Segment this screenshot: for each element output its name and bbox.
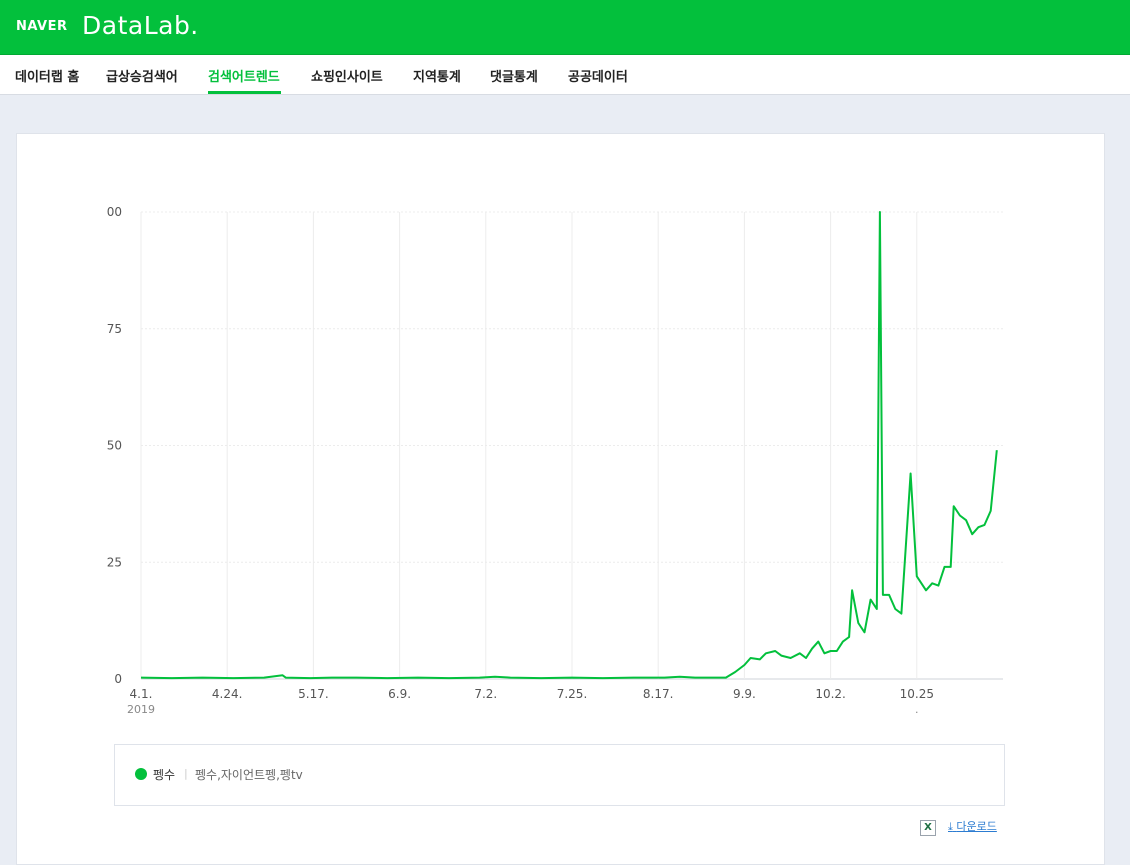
x-end-mark: .: [915, 703, 919, 716]
y-tick-label: 75: [107, 322, 122, 336]
series-color-dot: [135, 768, 147, 780]
legend-series-name: 펭수: [153, 768, 176, 782]
download-label: 다운로드: [956, 820, 997, 833]
legend-box: 펭수 | 펭수,자이언트펭,펭tv: [114, 744, 1005, 806]
y-tick-label: 50: [107, 439, 122, 453]
x-tick-label: 6.9.: [388, 687, 411, 701]
excel-icon[interactable]: X: [920, 820, 936, 836]
x-tick-label: 8.17.: [643, 687, 674, 701]
x-year-label: 2019: [127, 703, 155, 716]
x-tick-label: 4.24.: [212, 687, 243, 701]
y-tick-label: 25: [107, 555, 122, 569]
y-tick-label: 0: [114, 672, 122, 686]
legend-separator: |: [184, 767, 188, 780]
x-tick-label: 7.2.: [474, 687, 497, 701]
download-link[interactable]: ⤓ 다운로드: [948, 818, 997, 834]
x-tick-label: 5.17.: [298, 687, 329, 701]
x-tick-label: 7.25.: [557, 687, 588, 701]
x-tick-label: 9.9.: [733, 687, 756, 701]
y-tick-label: 00: [107, 205, 122, 219]
legend-keywords: 펭수,자이언트펭,펭tv: [195, 768, 303, 782]
download-arrow-icon: ⤓: [948, 820, 953, 833]
trend-line-chart: 00 75 50 25 0 4.1. 4.24. 5.17. 6.9. 7.2. 7.25. 8.17…: [107, 205, 1003, 716]
x-tick-label: 10.2.: [815, 687, 846, 701]
x-tick-label: 4.1.: [130, 687, 153, 701]
x-tick-label: 10.25: [900, 687, 934, 701]
